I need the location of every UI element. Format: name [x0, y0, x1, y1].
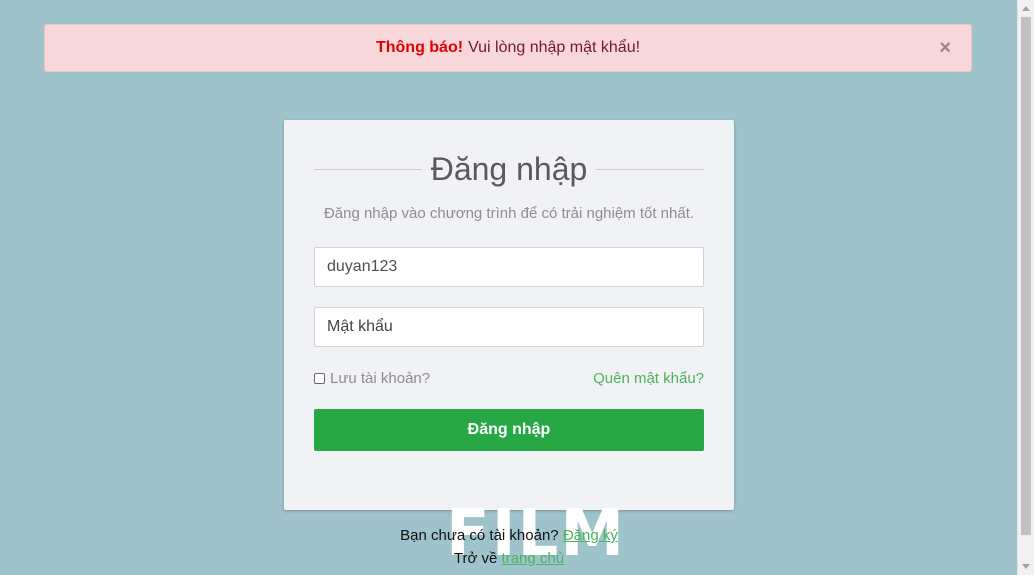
- register-prompt: Bạn chưa có tài khoản? Đăng ký: [284, 527, 734, 544]
- home-prompt: Trở về trang chủ: [284, 550, 734, 567]
- scroll-up-arrow-icon[interactable]: [1022, 6, 1030, 11]
- back-text: Trở về: [453, 550, 498, 567]
- forgot-password-link[interactable]: Quên mật khẩu?: [593, 370, 704, 387]
- login-options: Lưu tài khoản? Quên mật khẩu?: [314, 369, 704, 387]
- scroll-down-arrow-icon[interactable]: [1022, 564, 1030, 569]
- password-input[interactable]: [314, 307, 704, 347]
- alert-banner: Thông báo! Vui lòng nhập mật khẩu! ×: [44, 24, 972, 72]
- register-link[interactable]: Đăng ký: [563, 527, 618, 544]
- title-divider-left: [314, 168, 422, 170]
- title-divider-right: [596, 168, 705, 170]
- remember-label: Lưu tài khoản?: [330, 369, 431, 387]
- home-link[interactable]: trang chủ: [502, 550, 565, 567]
- remember-checkbox[interactable]: [314, 372, 325, 384]
- page: Thông báo! Vui lòng nhập mật khẩu! × Đăn…: [0, 0, 1034, 575]
- remember-account[interactable]: Lưu tài khoản?: [314, 370, 430, 387]
- login-button[interactable]: Đăng nhập: [314, 409, 704, 451]
- no-account-text: Bạn chưa có tài khoản?: [400, 527, 559, 544]
- username-input[interactable]: [314, 247, 704, 287]
- scrollbar-thumb[interactable]: [1021, 17, 1031, 535]
- alert-label: Thông báo!: [375, 39, 464, 56]
- page-title: Đăng nhập: [430, 150, 588, 187]
- close-icon[interactable]: ×: [939, 37, 951, 59]
- login-subtitle: Đăng nhập vào chương trình để có trải ng…: [323, 205, 695, 222]
- login-card: Đăng nhập Đăng nhập vào chương trình để …: [284, 120, 734, 510]
- vertical-scrollbar[interactable]: [1017, 0, 1034, 575]
- login-title-row: Đăng nhập: [314, 148, 705, 190]
- alert-message: Vui lòng nhập mật khẩu!: [468, 39, 641, 56]
